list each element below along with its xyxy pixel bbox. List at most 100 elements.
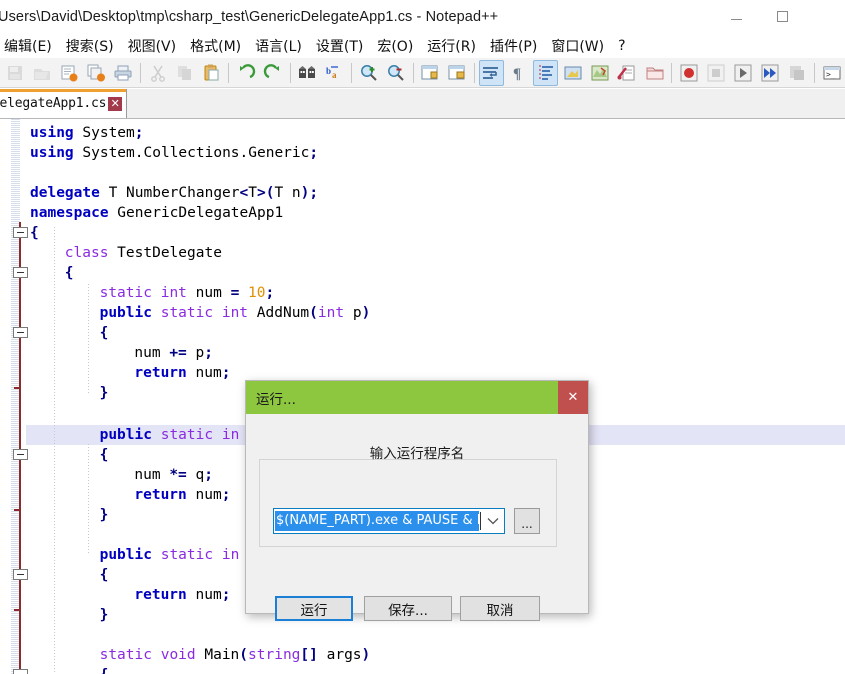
toolbar-user-defined-dlg-button[interactable]: [560, 60, 585, 86]
code-token: static: [160, 305, 214, 321]
code-token: Collections: [143, 145, 240, 161]
maximize-button[interactable]: [759, 0, 805, 33]
code-token: num: [186, 587, 222, 603]
indent-guide-2: [88, 284, 89, 394]
menu-item-1[interactable]: 搜索(S): [59, 34, 121, 58]
close-button[interactable]: [805, 0, 845, 33]
toolbar-document-map-button[interactable]: [588, 60, 613, 86]
toolbar-folder-as-workspace-button[interactable]: [642, 60, 667, 86]
code-token: ;: [204, 345, 213, 361]
run-icon: >_: [822, 63, 842, 83]
toolbar-sync-h-scroll-button[interactable]: [445, 60, 470, 86]
toolbar-save-all-button[interactable]: [84, 60, 109, 86]
menu-item-10[interactable]: ?: [611, 36, 632, 56]
toolbar-print-button[interactable]: [111, 60, 136, 86]
command-combobox[interactable]: $(NAME_PART).exe & PAUSE & EXIT: [273, 508, 505, 534]
svg-text:¶: ¶: [513, 66, 521, 82]
code-token: return: [134, 587, 187, 603]
menu-item-7[interactable]: 运行(R): [420, 34, 483, 58]
fold-margin[interactable]: [0, 119, 28, 674]
zoom-out-icon: [386, 63, 406, 83]
code-token: {: [99, 447, 109, 463]
code-token: System: [73, 125, 135, 141]
code-token: num: [134, 345, 170, 361]
code-token: TestDelegate: [108, 245, 222, 261]
macro-play-multi-icon: [760, 63, 780, 83]
chevron-down-icon[interactable]: [482, 509, 504, 533]
code-token: public: [99, 305, 152, 321]
run-button[interactable]: 运行: [275, 596, 353, 621]
save-file-icon: [59, 63, 79, 83]
code-token: T NumberChanger: [99, 185, 240, 201]
menu-item-0[interactable]: 编辑(E): [0, 34, 59, 58]
tab-generic-delegate-app[interactable]: ricDelegateApp1.cs ✕: [0, 89, 128, 118]
cancel-button[interactable]: 取消: [460, 596, 540, 621]
menu-item-8[interactable]: 插件(P): [483, 34, 544, 58]
code-line: namespace GenericDelegateApp1: [30, 203, 283, 223]
menu-item-5[interactable]: 设置(T): [309, 34, 370, 58]
run-dialog-close-icon[interactable]: ✕: [558, 381, 588, 414]
copy-icon: [175, 63, 195, 83]
toolbar-function-list-button[interactable]: [615, 60, 640, 86]
word-wrap-icon: [481, 63, 501, 83]
menu-item-6[interactable]: 宏(O): [370, 34, 420, 58]
command-input[interactable]: $(NAME_PART).exe & PAUSE & EXIT: [275, 511, 479, 531]
tab-bar: ricDelegateApp1.cs ✕: [0, 89, 845, 119]
toolbar-macro-save-button: [785, 60, 810, 86]
code-line: class TestDelegate: [65, 243, 222, 263]
indent-guide-3: [88, 444, 89, 554]
code-token: 10: [248, 285, 266, 301]
toolbar-zoom-out-button[interactable]: [383, 60, 408, 86]
code-line: static int num = 10;: [100, 283, 275, 303]
toolbar-word-wrap-button[interactable]: [478, 59, 504, 86]
toolbar: b a ¶ >_: [0, 58, 845, 88]
code-token: in: [221, 547, 240, 563]
menu-item-9[interactable]: 窗口(W): [544, 34, 611, 58]
minimize-icon: [730, 19, 742, 20]
code-line: }: [100, 383, 109, 403]
minimize-button[interactable]: [713, 0, 759, 33]
svg-text:>_: >_: [826, 70, 836, 79]
macro-play-icon: [733, 63, 753, 83]
toolbar-redo-button[interactable]: [261, 60, 286, 86]
code-token: []: [300, 647, 318, 663]
browse-button[interactable]: ...: [514, 508, 540, 534]
tab-label: ricDelegateApp1.cs: [0, 96, 107, 111]
code-line: public static in: [100, 545, 240, 565]
run-dialog-title: 运行...: [256, 391, 296, 408]
code-token: {: [100, 667, 109, 674]
toolbar-macro-record-button[interactable]: [676, 60, 701, 86]
save-button[interactable]: 保存...: [364, 596, 452, 621]
toolbar-paste-button[interactable]: [199, 60, 224, 86]
tab-close-icon[interactable]: ✕: [108, 96, 123, 111]
toolbar-run-button[interactable]: >_: [819, 60, 844, 86]
toolbar-replace-button[interactable]: ba: [322, 60, 347, 86]
menu-item-2[interactable]: 视图(V): [121, 34, 184, 58]
code-token: Generic: [248, 145, 310, 161]
menu-item-4[interactable]: 语言(L): [248, 34, 309, 58]
print-icon: [113, 63, 133, 83]
toolbar-separator: [139, 62, 141, 83]
menu-item-3[interactable]: 格式(M): [183, 34, 248, 58]
toolbar-find-button[interactable]: [295, 60, 320, 86]
toolbar-undo-button[interactable]: [233, 60, 258, 86]
command-group-label: 输入运行程序名: [369, 446, 465, 462]
toolbar-macro-play-button[interactable]: [730, 60, 755, 86]
toolbar-sync-v-scroll-button[interactable]: [417, 60, 442, 86]
toolbar-zoom-in-button[interactable]: [356, 60, 381, 86]
code-line: delegate T NumberChanger<T>(T n);: [30, 183, 318, 203]
code-token: static: [160, 427, 214, 443]
toolbar-save-file-button[interactable]: [56, 60, 81, 86]
toolbar-show-symbol-button[interactable]: ¶: [506, 60, 531, 86]
zoom-in-icon: [359, 63, 379, 83]
toolbar-show-indent-guide-button[interactable]: [533, 59, 559, 86]
window-controls: [713, 0, 845, 33]
code-token: T: [248, 185, 257, 201]
code-token: ;: [265, 285, 275, 301]
toolbar-macro-play-multi-button[interactable]: [758, 60, 783, 86]
code-token: static: [160, 547, 214, 563]
fold-tick-3: [14, 609, 21, 611]
code-token: {: [30, 225, 39, 241]
code-token: =: [230, 285, 240, 301]
